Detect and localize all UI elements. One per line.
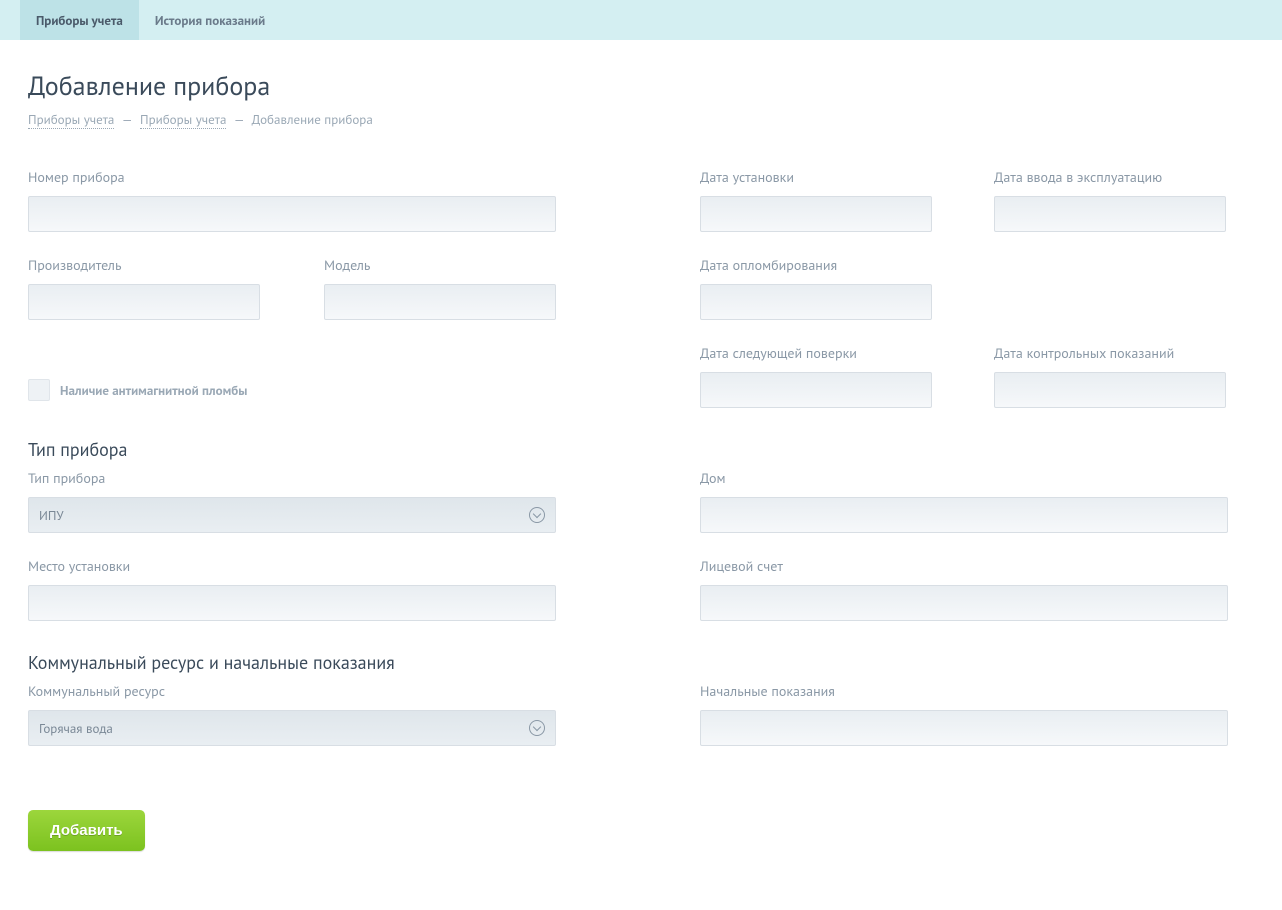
label-next-check: Дата следующей поверки bbox=[700, 344, 932, 362]
label-install-place: Место установки bbox=[28, 557, 556, 575]
install-place-input[interactable] bbox=[28, 585, 556, 621]
resource-value: Горячая вода bbox=[39, 720, 113, 737]
chevron-down-icon bbox=[529, 720, 545, 736]
install-date-input[interactable] bbox=[700, 196, 932, 232]
control-read-input[interactable] bbox=[994, 372, 1226, 408]
page-title: Добавление прибора bbox=[28, 70, 1254, 103]
label-install-date: Дата установки bbox=[700, 168, 932, 186]
label-device-number: Номер прибора bbox=[28, 168, 556, 186]
device-type-select[interactable]: ИПУ bbox=[28, 497, 556, 533]
commission-date-input[interactable] bbox=[994, 196, 1226, 232]
label-seal-date: Дата опломбирования bbox=[700, 256, 932, 274]
form-row: Коммунальный ресурс Горячая вода Начальн… bbox=[28, 682, 1254, 746]
breadcrumb-current: Добавление прибора bbox=[252, 111, 373, 128]
tab-history[interactable]: История показаний bbox=[139, 0, 281, 40]
device-number-input[interactable] bbox=[28, 196, 556, 232]
account-input[interactable] bbox=[700, 585, 1228, 621]
tab-meters-label: Приборы учета bbox=[36, 12, 123, 29]
label-house: Дом bbox=[700, 469, 1228, 487]
section-resource: Коммунальный ресурс и начальные показани… bbox=[28, 651, 1254, 674]
form-row: Тип прибора ИПУ Дом bbox=[28, 469, 1254, 533]
initial-reading-input[interactable] bbox=[700, 710, 1228, 746]
model-input[interactable] bbox=[324, 284, 556, 320]
add-button[interactable]: Добавить bbox=[28, 810, 145, 851]
section-device-type: Тип прибора bbox=[28, 438, 1254, 461]
label-account: Лицевой счет bbox=[700, 557, 1228, 575]
antimagnetic-checkbox[interactable] bbox=[28, 379, 50, 401]
label-model: Модель bbox=[324, 256, 556, 274]
chevron-down-icon bbox=[529, 507, 545, 523]
form-row: Производитель Модель Дата опломбирования bbox=[28, 256, 1254, 320]
next-check-input[interactable] bbox=[700, 372, 932, 408]
page-content: Добавление прибора Приборы учета — Прибо… bbox=[0, 40, 1282, 891]
label-initial: Начальные показания bbox=[700, 682, 1228, 700]
label-control-read: Дата контрольных показаний bbox=[994, 344, 1226, 362]
form-row: Место установки Лицевой счет bbox=[28, 557, 1254, 621]
label-device-type: Тип прибора bbox=[28, 469, 556, 487]
tab-bar: Приборы учета История показаний bbox=[0, 0, 1282, 40]
resource-select[interactable]: Горячая вода bbox=[28, 710, 556, 746]
label-manufacturer: Производитель bbox=[28, 256, 260, 274]
breadcrumb: Приборы учета — Приборы учета — Добавлен… bbox=[28, 111, 1254, 128]
tab-history-label: История показаний bbox=[155, 12, 265, 29]
form-row: Номер прибора Дата установки Дата ввода … bbox=[28, 168, 1254, 232]
add-button-label: Добавить bbox=[50, 822, 123, 839]
label-resource: Коммунальный ресурс bbox=[28, 682, 556, 700]
breadcrumb-link-1[interactable]: Приборы учета bbox=[28, 111, 114, 129]
breadcrumb-link-2[interactable]: Приборы учета bbox=[140, 111, 226, 129]
seal-date-input[interactable] bbox=[700, 284, 932, 320]
breadcrumb-sep: — bbox=[234, 111, 245, 128]
label-commission-date: Дата ввода в эксплуатацию bbox=[994, 168, 1226, 186]
device-type-value: ИПУ bbox=[39, 507, 64, 524]
manufacturer-input[interactable] bbox=[28, 284, 260, 320]
breadcrumb-sep: — bbox=[122, 111, 133, 128]
antimagnetic-label: Наличие антимагнитной пломбы bbox=[60, 382, 247, 399]
house-input[interactable] bbox=[700, 497, 1228, 533]
tab-meters[interactable]: Приборы учета bbox=[20, 0, 139, 40]
form-row: Наличие антимагнитной пломбы Дата следую… bbox=[28, 344, 1254, 408]
